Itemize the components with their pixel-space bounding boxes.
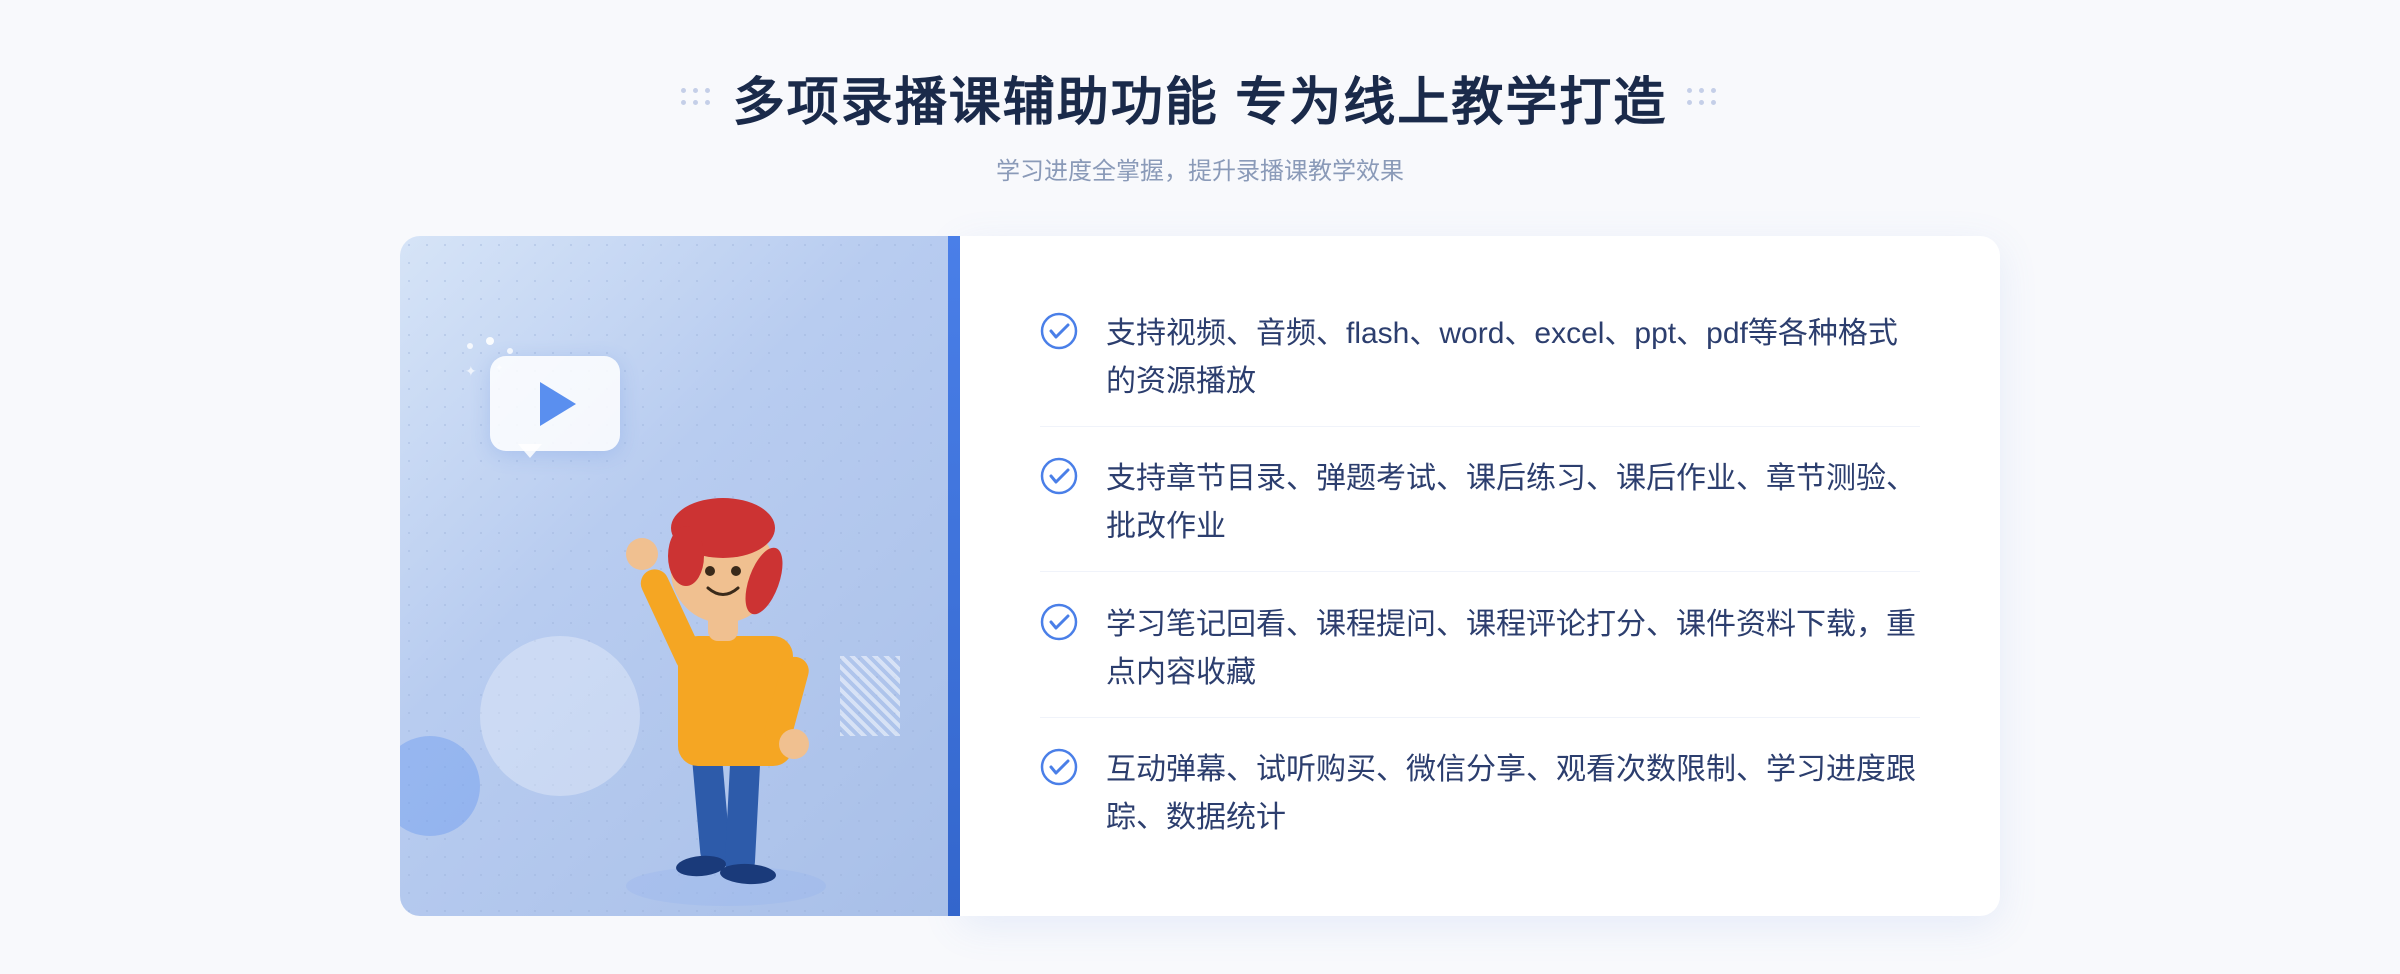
sparkle-decoration: ✦ ✦ xyxy=(460,336,520,386)
circle-medium-deco xyxy=(400,736,480,836)
play-icon xyxy=(540,382,576,426)
person-illustration xyxy=(596,416,876,916)
svg-text:✦: ✦ xyxy=(465,363,477,379)
main-content: » xyxy=(400,236,2000,916)
feature-item-4: 互动弹幕、试听购买、微信分享、观看次数限制、学习进度跟踪、数据统计 xyxy=(1040,726,1920,862)
header-section: 多项录播课辅助功能 专为线上教学打造 学习进度全掌握，提升录播课教学效果 xyxy=(681,60,1719,186)
page-container: 多项录播课辅助功能 专为线上教学打造 学习进度全掌握，提升录播课教学效果 » xyxy=(0,0,2400,974)
title-row: 多项录播课辅助功能 专为线上教学打造 xyxy=(681,60,1719,135)
check-icon-3 xyxy=(1040,603,1078,641)
svg-text:✦: ✦ xyxy=(495,363,503,374)
left-decorative-dots xyxy=(681,88,713,108)
feature-text-4: 互动弹幕、试听购买、微信分享、观看次数限制、学习进度跟踪、数据统计 xyxy=(1106,746,1920,842)
main-title: 多项录播课辅助功能 专为线上教学打造 xyxy=(733,60,1667,135)
right-decorative-dots xyxy=(1687,88,1719,108)
features-panel: 支持视频、音频、flash、word、excel、ppt、pdf等各种格式的资源… xyxy=(960,236,2000,916)
feature-text-3: 学习笔记回看、课程提问、课程评论打分、课件资料下载，重点内容收藏 xyxy=(1106,601,1920,697)
feature-item-1: 支持视频、音频、flash、word、excel、ppt、pdf等各种格式的资源… xyxy=(1040,290,1920,427)
subtitle: 学习进度全掌握，提升录播课教学效果 xyxy=(996,151,1404,186)
feature-text-1: 支持视频、音频、flash、word、excel、ppt、pdf等各种格式的资源… xyxy=(1106,310,1920,406)
blue-vertical-bar xyxy=(948,236,960,916)
check-icon-4 xyxy=(1040,748,1078,786)
feature-item-2: 支持章节目录、弹题考试、课后练习、课后作业、章节测验、批改作业 xyxy=(1040,435,1920,572)
check-icon-1 xyxy=(1040,312,1078,350)
illustration-panel: ✦ ✦ xyxy=(400,236,960,916)
feature-text-2: 支持章节目录、弹题考试、课后练习、课后作业、章节测验、批改作业 xyxy=(1106,455,1920,551)
feature-item-3: 学习笔记回看、课程提问、课程评论打分、课件资料下载，重点内容收藏 xyxy=(1040,581,1920,718)
check-icon-2 xyxy=(1040,457,1078,495)
